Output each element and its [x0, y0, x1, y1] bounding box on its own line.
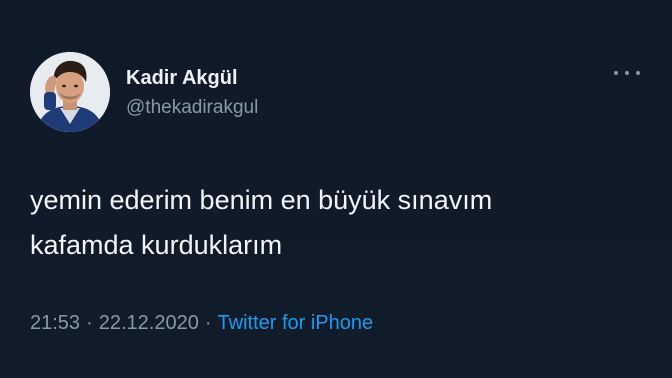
- dot: [614, 71, 618, 75]
- tweet-meta: 21:53 · 22.12.2020 · Twitter for iPhone: [30, 312, 373, 335]
- tweet-card: Kadir Akgül @thekadirakgul yemin ederim …: [0, 0, 672, 378]
- avatar[interactable]: [30, 52, 110, 132]
- tweet-text: yemin ederim benim en büyük sınavım kafa…: [30, 178, 640, 268]
- tweet-time[interactable]: 21:53: [30, 312, 80, 334]
- author-handle[interactable]: @thekadirakgul: [126, 97, 258, 119]
- dot: [636, 71, 640, 75]
- tweet-source-link[interactable]: Twitter for iPhone: [218, 312, 374, 334]
- avatar-photo: [30, 52, 110, 132]
- tweet-text-line: yemin ederim benim en büyük sınavım: [30, 185, 493, 215]
- meta-separator: ·: [86, 312, 93, 334]
- author-name[interactable]: Kadir Akgül: [126, 67, 238, 90]
- meta-separator: ·: [204, 312, 212, 334]
- dot: [625, 71, 629, 75]
- more-dots-icon[interactable]: [614, 66, 640, 80]
- tweet-date[interactable]: 22.12.2020: [99, 312, 199, 334]
- tweet-text-line: kafamda kurduklarım: [30, 230, 283, 260]
